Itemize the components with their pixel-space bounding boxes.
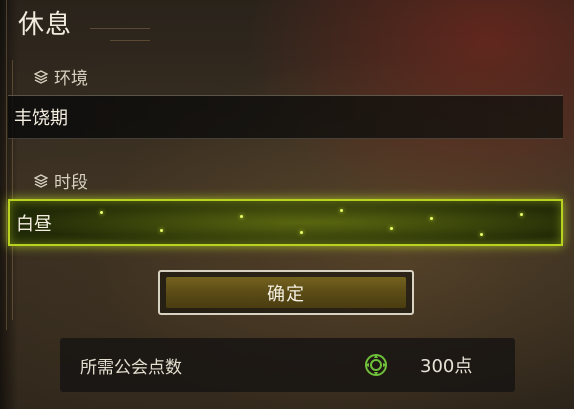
ornament-line	[6, 0, 7, 330]
environment-selector[interactable]: 丰饶期	[8, 95, 563, 139]
confirm-button[interactable]: 确定	[158, 270, 414, 315]
sparkle	[240, 215, 243, 218]
screen-title: 休息	[18, 10, 73, 40]
sparkle	[340, 209, 343, 212]
time-value: 白昼	[16, 213, 52, 235]
environment-value: 丰饶期	[14, 108, 68, 129]
environment-header-label: 环境	[54, 69, 88, 89]
ornament-line	[90, 28, 150, 29]
layers-icon	[34, 173, 48, 188]
time-header-label: 时段	[54, 173, 88, 193]
sparkle	[520, 213, 523, 216]
time-header: 时段	[34, 168, 88, 193]
layers-icon	[34, 69, 48, 84]
guild-points-icon	[363, 352, 389, 378]
sparkle	[430, 217, 433, 220]
sparkle	[300, 231, 303, 234]
sparkle	[100, 211, 103, 214]
cost-value: 300点	[420, 356, 473, 377]
time-selector[interactable]: 白昼	[8, 199, 563, 246]
guild-points-cost-bar: 所需公会点数 300点	[60, 338, 515, 392]
confirm-button-label: 确定	[267, 283, 305, 305]
sparkle	[480, 233, 483, 236]
sparkle	[390, 227, 393, 230]
environment-header: 环境	[34, 64, 88, 89]
sparkle	[160, 229, 163, 232]
cost-label: 所需公会点数	[80, 357, 182, 378]
ornament-line	[110, 40, 150, 41]
